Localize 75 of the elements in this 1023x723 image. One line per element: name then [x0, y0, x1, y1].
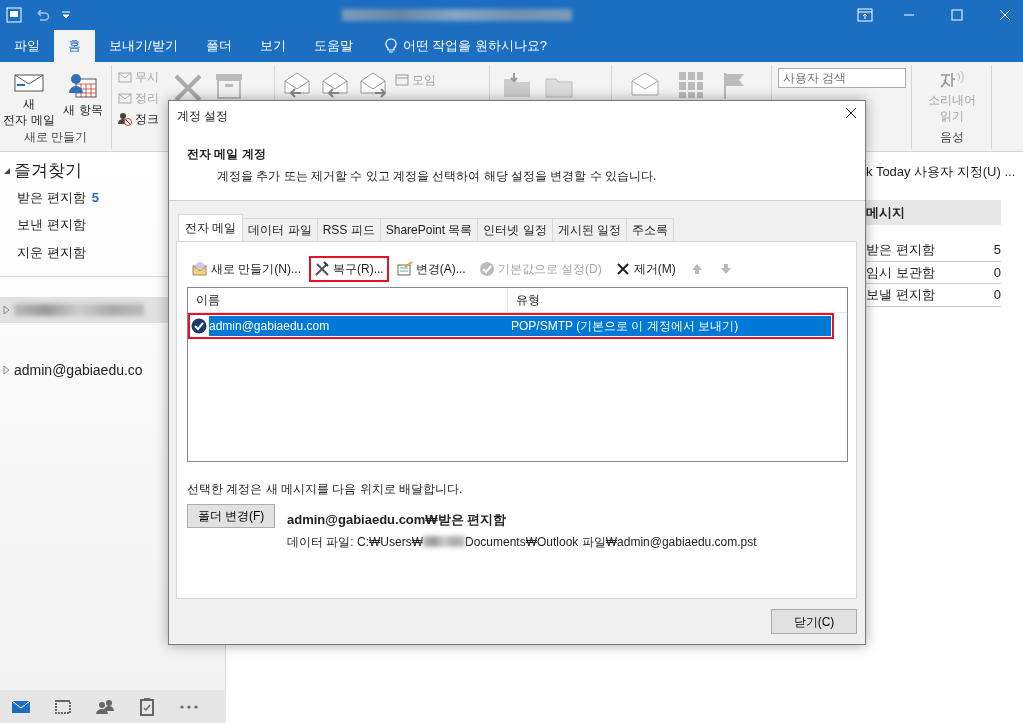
close-icon[interactable] [845, 107, 857, 119]
change-folder-button[interactable]: 폴더 변경(F) [187, 504, 275, 528]
message-count: 5 [993, 241, 1001, 259]
group-label: 새로 만들기 [22, 129, 89, 147]
archive-icon [215, 73, 243, 99]
customize-caret-icon[interactable] [62, 11, 70, 19]
search-field[interactable]: 사용자 검색 [778, 68, 906, 88]
remove-icon [614, 261, 631, 277]
check-badge-icon [191, 318, 207, 334]
delivery-folder: admin@gabiaedu.com₩받은 편지함 [287, 511, 508, 529]
grid-icon [678, 71, 704, 99]
folder-name: 임시 보관함 [866, 263, 935, 282]
data-file-path: 데이터 파일: C:₩Users₩ [287, 533, 423, 551]
data-file-path: Documents₩Outlook 파일₩admin@gabiaedu.com.pst [465, 533, 757, 551]
toolbar-button[interactable]: 변경(A)... [391, 256, 471, 282]
ribbon-tab[interactable]: 홈 [54, 30, 95, 62]
undo-icon[interactable] [34, 7, 50, 23]
ribbon-tab[interactable]: 파일 [0, 30, 54, 62]
message-count: 0 [993, 286, 1001, 304]
account-item[interactable]: admin@gabiaedu.co [0, 357, 225, 383]
check-circle-icon [478, 261, 495, 277]
expand-triangle-icon [3, 305, 11, 315]
new-items-button[interactable]: 새 항목 [55, 65, 111, 129]
maximize-icon[interactable] [951, 9, 963, 21]
collapse-triangle-icon [3, 166, 11, 175]
ribbon-display-icon[interactable] [857, 8, 873, 22]
expand-triangle-icon [3, 365, 11, 375]
blocked-person-icon [118, 112, 132, 126]
calendar-icon [395, 74, 409, 86]
column-header[interactable]: 이름 [188, 288, 508, 312]
person-calendar-icon [68, 71, 98, 99]
ribbon-tab[interactable]: 보기 [245, 30, 300, 62]
ribbon-tab[interactable]: 도움말 [299, 30, 367, 62]
folder-name: 받은 편지함 [866, 241, 935, 259]
reply-all-icon [319, 71, 351, 99]
unread-count: 5 [91, 188, 99, 207]
folder-name: 보낼 편지함 [866, 286, 935, 304]
delivery-note: 선택한 계정은 새 메시지를 다음 위치로 배달합니다. [187, 481, 464, 498]
envelope-icon [118, 70, 132, 84]
close-button[interactable]: 닫기(C) [771, 609, 857, 634]
tell-me-field[interactable]: 어떤 작업을 원하시나요? [402, 36, 548, 56]
column-header[interactable]: 유형 [508, 288, 826, 312]
dialog-tab[interactable]: 주소록 [626, 218, 675, 241]
account-name: admin@gabiaedu.com [209, 318, 331, 335]
flag-icon [722, 71, 746, 99]
app-icon[interactable] [6, 7, 22, 23]
envelope-icon [630, 71, 660, 97]
envelope-icon [192, 261, 208, 277]
envelope-icon [118, 91, 132, 105]
envelope-icon [14, 71, 44, 93]
delete-icon [173, 73, 203, 103]
tools-icon [314, 261, 330, 277]
clipboard-check-icon[interactable] [137, 696, 157, 717]
toolbar-button[interactable]: 복구(R)... [309, 256, 389, 282]
ribbon-tab[interactable]: 보내기/받기 [95, 30, 192, 62]
forward-icon [357, 71, 389, 99]
toolbar-button[interactable]: 제거(M) [609, 256, 681, 282]
dialog-description: 계정을 추가 또는 제거할 수 있고 계정을 선택하여 해당 설정을 변경할 수 있습니다. [217, 168, 658, 185]
account-row[interactable]: admin@gabiaedu.com POP/SMTP (기본으로 이 계정에서 보내기) [188, 313, 834, 339]
ribbon-small-button[interactable]: 정크 [118, 110, 159, 128]
toolbar-button[interactable]: 새로 만들기(N)... [187, 256, 306, 282]
dialog-title: 계정 설정 [177, 108, 229, 125]
reply-icon [281, 71, 313, 99]
folder-arrow-icon [502, 71, 532, 99]
group-label: 음성 [939, 129, 964, 146]
blurred-user-name [423, 536, 465, 547]
new-email-button[interactable]: 새 전자 메일 [3, 65, 55, 129]
edit-icon [396, 261, 413, 277]
lightbulb-icon [384, 38, 397, 54]
dialog-tab[interactable]: 전자 메일 [178, 214, 244, 241]
account-type: POP/SMTP (기본으로 이 계정에서 보내기) [511, 318, 739, 335]
dialog-heading: 전자 메일 계정 [187, 146, 267, 163]
customize-link[interactable]: k Today 사용자 지정(U) ... [866, 162, 1023, 182]
ribbon-tab[interactable]: 폴더 [191, 30, 246, 62]
message-count: 0 [993, 263, 1001, 282]
